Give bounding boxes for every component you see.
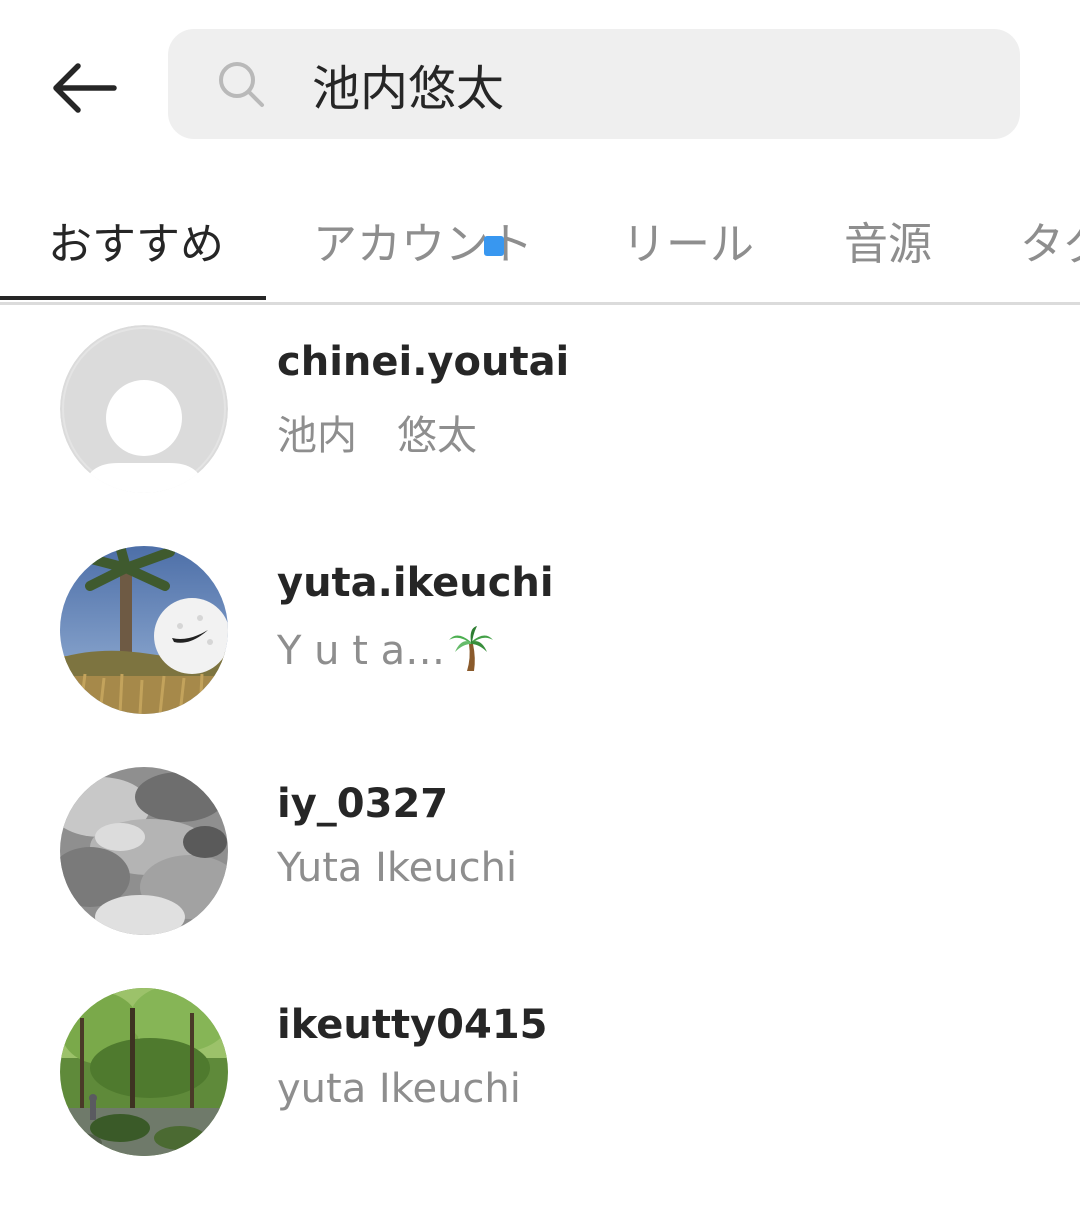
top-bar <box>0 0 1080 170</box>
search-result-row[interactable]: yuta.ikeuchi Y u t a… <box>0 532 1080 732</box>
tab-audio[interactable]: 音源 <box>844 208 932 272</box>
tab-tags[interactable]: タグ <box>1020 208 1080 272</box>
golf-ball-photo-icon <box>60 546 228 714</box>
username: iy_0327 <box>277 781 449 827</box>
search-input[interactable] <box>312 47 992 121</box>
avatar[interactable] <box>60 988 228 1156</box>
search-result-row[interactable]: iy_0327 Yuta Ikeuchi <box>0 753 1080 953</box>
tab-recommended[interactable]: おすすめ <box>48 208 224 272</box>
username: yuta.ikeuchi <box>277 560 554 606</box>
tab-reels[interactable]: リール <box>622 208 754 272</box>
search-box[interactable] <box>168 29 1020 139</box>
username: ikeutty0415 <box>277 1002 548 1048</box>
back-button[interactable] <box>40 48 126 128</box>
username: chinei.youtai <box>277 339 570 385</box>
search-result-row[interactable]: chinei.youtai 池内 悠太 <box>0 311 1080 511</box>
full-name: Yuta Ikeuchi <box>277 845 518 891</box>
search-result-row[interactable]: ikeutty0415 yuta Ikeuchi <box>0 974 1080 1174</box>
search-icon <box>219 62 264 107</box>
palm-tree-emoji-icon <box>449 626 494 671</box>
active-tab-indicator <box>0 296 266 300</box>
notification-dot <box>484 236 504 256</box>
tab-bar: おすすめ アカウント リール 音源 タグ <box>0 182 1080 305</box>
avatar[interactable] <box>60 325 228 493</box>
forest-river-photo-icon <box>60 988 228 1156</box>
full-name-text: Y u t a… <box>277 628 446 674</box>
full-name: 池内 悠太 <box>277 413 477 459</box>
default-avatar-icon <box>60 325 228 493</box>
cloudy-sky-photo-icon <box>60 767 228 935</box>
full-name: Y u t a… <box>277 624 495 674</box>
back-arrow-icon <box>53 63 117 113</box>
full-name: yuta Ikeuchi <box>277 1066 521 1112</box>
avatar[interactable] <box>60 767 228 935</box>
avatar[interactable] <box>60 546 228 714</box>
